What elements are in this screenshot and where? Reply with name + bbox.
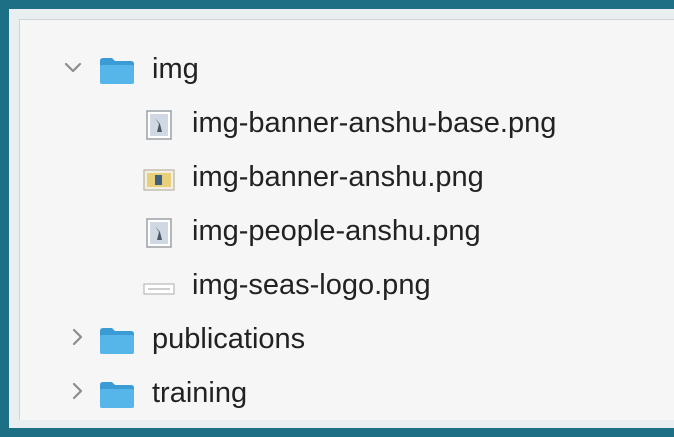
file-label: img-banner-anshu-base.png [192,107,557,139]
tree-row-file[interactable]: img-banner-anshu.png [20,152,674,200]
folder-icon [98,326,136,356]
file-tree-panel: img img-banner-anshu-base.png img-banner… [19,19,674,420]
chevron-right-icon[interactable] [66,380,88,402]
tree-row-img-folder[interactable]: img [20,44,674,92]
tree-row-file[interactable]: img-banner-anshu-base.png [20,98,674,146]
tree-row-publications-folder[interactable]: publications [20,314,674,362]
folder-label-img: img [152,53,199,85]
chevron-down-icon[interactable] [62,56,84,78]
tree-row-file[interactable]: img-seas-logo.png [20,260,674,308]
image-thumbnail-icon [143,169,175,191]
finder-window-frame: img img-banner-anshu-base.png img-banner… [0,0,674,437]
tree-row-file[interactable]: img-people-anshu.png [20,206,674,254]
file-label: img-people-anshu.png [192,215,481,247]
folder-label-publications: publications [152,323,306,355]
file-label: img-seas-logo.png [192,269,431,301]
logo-thumbnail-icon [143,282,175,295]
chevron-right-icon[interactable] [66,326,88,348]
image-file-icon [146,218,172,248]
folder-label-training: training [152,377,248,409]
image-file-icon [146,110,172,140]
file-label: img-banner-anshu.png [192,161,484,193]
folder-icon [98,380,136,410]
tree-row-training-folder[interactable]: training [20,368,674,416]
folder-icon [98,56,136,86]
